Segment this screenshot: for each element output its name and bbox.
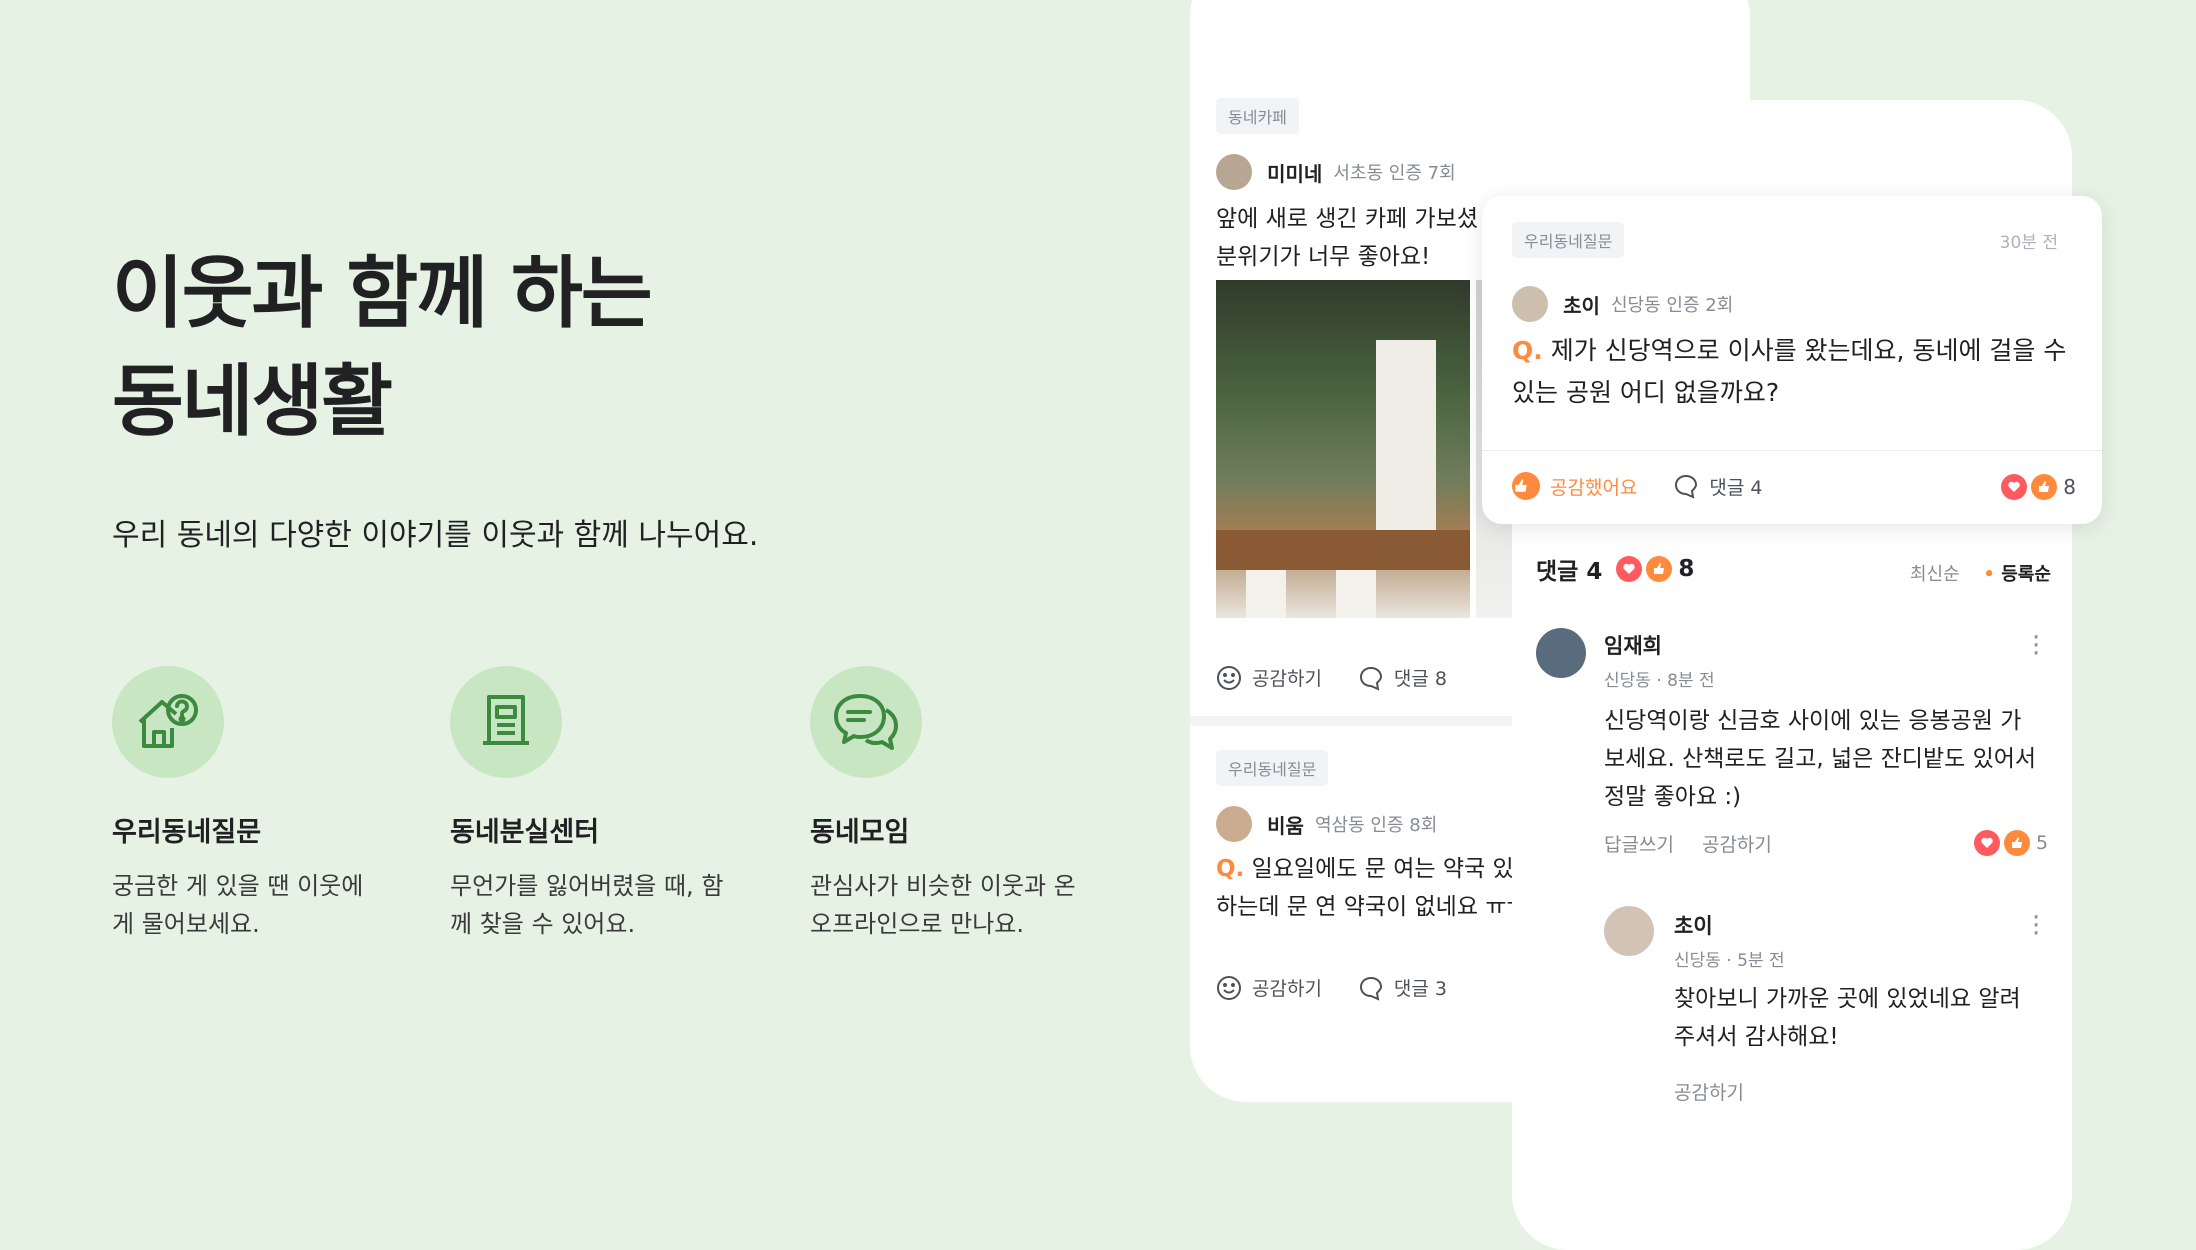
sort-options: 최신순 • 등록순 [1910, 560, 2051, 586]
feature-lost-and-found: 동네분실센터 무언가를 잃어버렸을 때, 함께 찾을 수 있어요. [450, 666, 750, 943]
question-text: Q. 제가 신당역으로 이사를 왔는데요, 동네에 걸을 수 있는 공원 어디 없… [1512, 336, 2067, 407]
thumb-icon [2004, 830, 2030, 856]
post-time: 30분 전 [1999, 233, 2058, 253]
post-category-tag: 동네카페 [1216, 98, 1299, 134]
comments-header: 댓글 4 8 [1536, 552, 1694, 586]
post-text[interactable]: Q. 일요일에도 문 여는 약국 있나 하는데 문 연 약국이 없네요 ㅠㅠ [1216, 850, 1535, 926]
post-category-tag: 우리동네질문 [1512, 222, 1625, 258]
comment-text: 찾아보니 가까운 곳에 있었네요 알려 주셔서 감사해요! [1674, 986, 2021, 1050]
comment-text: 신당역이랑 신금호 사이에 있는 응봉공원 가 보세요. 산책로도 길고, 넓은 … [1604, 708, 2037, 810]
liked-button[interactable]: 공감했어요 [1512, 472, 1637, 500]
sort-registered-button[interactable]: • 등록순 [1983, 564, 2050, 585]
hero-subtitle: 우리 동네의 다양한 이야기를 이웃과 함께 나누어요. [112, 518, 759, 553]
feature-desc: 궁금한 게 있을 땐 이웃에 게 물어보세요. [112, 872, 364, 938]
feature-title: 동네모임 [810, 817, 910, 848]
thumb-icon [1646, 556, 1673, 582]
feature-neighborhood-question: 우리동네질문 궁금한 게 있을 땐 이웃에 게 물어보세요. [112, 666, 412, 943]
comment-icon [1675, 474, 1698, 499]
feature-meetup: 동네모임 관심사가 비슷한 이웃과 온 오프라인으로 만나요. [810, 666, 1110, 943]
comment-button[interactable]: 댓글 3 [1358, 974, 1447, 1001]
heart-icon [1974, 830, 2000, 856]
comments-reaction-count: 8 [1678, 556, 1695, 582]
post-author-row: 비움 역삼동 인증 8회 [1216, 806, 1437, 842]
comment-button[interactable]: 댓글 8 [1358, 664, 1447, 691]
post-category-tag: 우리동네질문 [1216, 750, 1329, 786]
feature-desc: 관심사가 비슷한 이웃과 온 오프라인으로 만나요. [810, 872, 1076, 938]
feature-desc: 무언가를 잃어버렸을 때, 함께 찾을 수 있어요. [450, 872, 724, 938]
post-author: 초이 [1563, 293, 1600, 318]
thumb-icon [2031, 474, 2058, 500]
hero-title-line1: 이웃과 함께 하는 [112, 249, 653, 339]
card-divider [1482, 450, 2102, 451]
like-button[interactable]: 공감하기 [1216, 974, 1322, 1001]
post-author-meta: 신당동 인증 2회 [1611, 295, 1734, 316]
like-button[interactable]: 공감하기 [1674, 1078, 1744, 1105]
thumb-icon [1512, 472, 1540, 500]
comment-button[interactable]: 댓글 4 [1673, 473, 1763, 500]
smile-icon [1217, 665, 1241, 690]
house-question-icon [112, 666, 224, 778]
post-author-meta: 역삼동 인증 8회 [1315, 815, 1438, 836]
comment-actions: 답글쓰기 공감하기 [1604, 830, 1772, 857]
comments-count: 댓글 4 [1536, 559, 1603, 585]
avatar [1512, 286, 1548, 322]
hero-section: 이웃과 함께 하는 동네생활 우리 동네의 다양한 이야기를 이웃과 함께 나누… [112, 240, 758, 553]
avatar [1216, 154, 1252, 190]
like-button[interactable]: 공감하기 [1216, 664, 1322, 691]
heart-icon [2001, 474, 2028, 500]
post-photo[interactable] [1216, 280, 1470, 618]
post-actions: 공감하기 댓글 8 [1216, 664, 1483, 691]
avatar [1604, 906, 1654, 956]
comment-icon [1359, 976, 1382, 1001]
avatar [1536, 628, 1586, 678]
post-author-row: 초이 신당동 인증 2회 [1512, 286, 1733, 322]
comment-meta: 신당동 · 5분 전 [1674, 951, 1785, 971]
post-author: 미미네 [1267, 161, 1323, 186]
document-icon [450, 666, 562, 778]
sort-latest-button[interactable]: 최신순 [1910, 564, 1960, 585]
post-text[interactable]: 앞에 새로 생긴 카페 가보셨 분위기가 너무 좋아요! [1216, 200, 1478, 276]
post-author-row: 미미네 서초동 인증 7회 [1216, 154, 1456, 190]
hero-title: 이웃과 함께 하는 동네생활 [112, 240, 732, 456]
post-actions: 공감하기 댓글 3 [1216, 974, 1483, 1001]
more-options-icon[interactable]: · · · [2032, 905, 2040, 947]
smile-icon [1217, 975, 1241, 1000]
comment-icon [1359, 666, 1382, 691]
chat-bubbles-icon [810, 666, 922, 778]
more-options-icon[interactable]: · · · [2032, 625, 2040, 667]
reply-button[interactable]: 답글쓰기 [1604, 834, 1674, 856]
comment-reactions: 5 [1974, 830, 2048, 856]
comment-meta: 신당동 · 8분 전 [1604, 671, 1715, 691]
comment-author: 초이 [1674, 914, 1713, 938]
card-reactions: 8 [2001, 474, 2076, 500]
feature-title: 동네분실센터 [450, 817, 600, 848]
avatar [1216, 806, 1252, 842]
question-card[interactable]: 우리동네질문 30분 전 초이 신당동 인증 2회 Q. 제가 신당역으로 이사… [1482, 196, 2102, 524]
post-author: 비움 [1267, 813, 1304, 838]
hero-title-line2: 동네생활 [112, 357, 393, 447]
post-author-meta: 서초동 인증 7회 [1333, 163, 1456, 184]
like-button[interactable]: 공감하기 [1702, 834, 1772, 856]
feature-title: 우리동네질문 [112, 817, 262, 848]
comment-author: 임재희 [1604, 634, 1662, 658]
post-actions: 공감했어요 댓글 4 [1512, 472, 1799, 500]
heart-icon [1616, 556, 1643, 582]
